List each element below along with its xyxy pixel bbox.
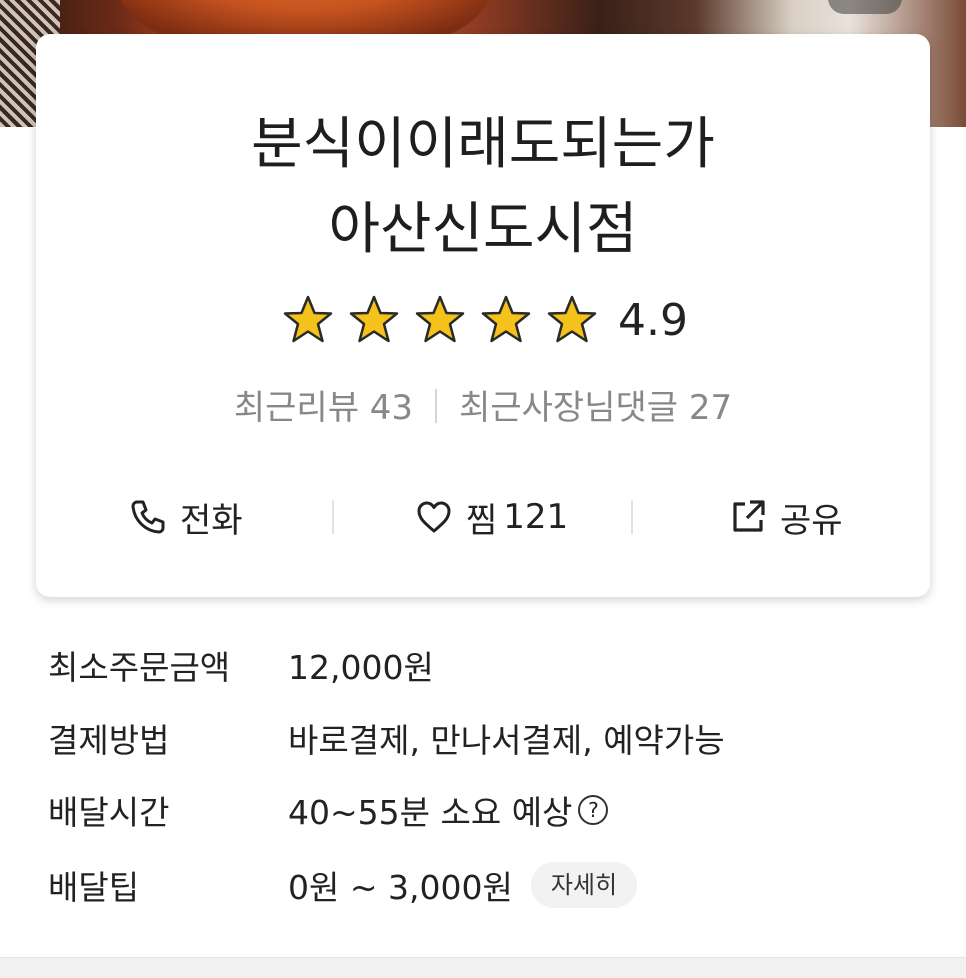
star-icon: [283, 295, 333, 343]
delivery-tip-value: 0원 ~ 3,000원: [288, 868, 513, 907]
star-icon: [415, 295, 465, 343]
delivery-tip-value-wrap: 0원 ~ 3,000원 자세히: [288, 861, 638, 909]
delivery-time-label: 배달시간: [48, 793, 170, 832]
payment-method-value: 바로결제, 만나서결제, 예약가능: [288, 721, 725, 760]
delivery-time-value: 40~55분 소요 예상: [288, 793, 573, 832]
like-button[interactable]: 찜 121: [414, 492, 568, 542]
action-divider: [631, 500, 633, 534]
rating-score: 4.9: [618, 294, 688, 346]
delivery-tip-detail-button[interactable]: 자세히: [530, 862, 638, 908]
delivery-time-row: 배달시간 40~55분 소요 예상 ?: [48, 785, 928, 835]
payment-method-label: 결제방법: [48, 721, 170, 760]
delivery-tip-row: 배달팁 0원 ~ 3,000원 자세히: [48, 860, 928, 910]
question-circle-icon[interactable]: ?: [578, 795, 609, 825]
delivery-tip-label: 배달팁: [48, 868, 140, 907]
rating-row: 4.9: [282, 292, 688, 348]
like-count: 121: [503, 497, 569, 537]
store-info-card: 분식이이래도되는가 아산신도시점 4.9 최근리뷰 43 최근사장님댓글 27 전…: [36, 34, 930, 597]
recent-reviews-link[interactable]: 최근리뷰 43: [234, 388, 413, 428]
payment-method-row: 결제방법 바로결제, 만나서결제, 예약가능: [48, 713, 928, 763]
star-icon: [349, 295, 399, 343]
star-icon: [481, 295, 531, 343]
section-divider: [0, 957, 966, 978]
store-name-line2: 아산신도시점: [328, 197, 638, 262]
call-label: 전화: [180, 500, 243, 541]
store-name-line1: 분식이이래도되는가: [251, 112, 715, 177]
call-button[interactable]: 전화: [128, 492, 243, 542]
heart-icon: [417, 501, 451, 533]
counts-divider: [435, 389, 438, 423]
delivery-time-value-wrap: 40~55분 소요 예상 ?: [288, 786, 609, 834]
like-label: 찜: [466, 500, 498, 541]
star-icon: [547, 295, 597, 343]
min-order-row: 최소주문금액 12,000원: [48, 640, 928, 690]
review-counts: 최근리뷰 43 최근사장님댓글 27: [36, 380, 930, 429]
action-bar: 전화 찜 121 공유: [36, 492, 930, 542]
share-button[interactable]: 공유: [728, 492, 843, 542]
min-order-label: 최소주문금액: [48, 648, 231, 687]
phone-icon: [131, 500, 165, 534]
recent-owner-replies-link[interactable]: 최근사장님댓글 27: [459, 388, 732, 428]
action-divider: [332, 500, 334, 534]
share-icon: [733, 500, 765, 532]
share-label: 공유: [780, 500, 843, 541]
min-order-value: 12,000원: [288, 648, 434, 687]
hero-image-counter: [828, 0, 902, 14]
